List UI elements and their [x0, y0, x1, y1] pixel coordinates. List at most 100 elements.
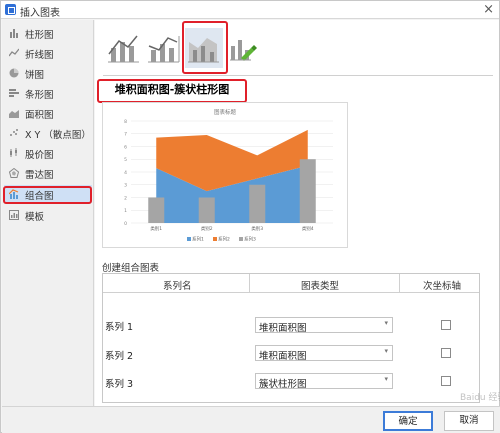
sidebar-item-label: 模板	[25, 212, 45, 223]
header-underline	[103, 292, 479, 293]
chart-legend: 系列1 系列2 系列3	[187, 236, 256, 243]
stock-chart-icon	[10, 148, 17, 157]
chevron-down-icon: ▾	[384, 375, 388, 383]
cancel-button[interactable]: 取消	[444, 411, 494, 431]
legend-swatch	[187, 237, 191, 241]
dialog-title: 插入图表	[20, 8, 60, 19]
row-series-2-secondary-checkbox[interactable]	[441, 348, 451, 358]
combo-series-grid: 系列名 图表类型 次坐标轴 系列 1 堆积面积图 ▾ 系列 2 堆积面积图 ▾ …	[102, 273, 480, 403]
y-axis-ticks: 0 1 2 3 4 5 6 7 8	[124, 119, 127, 227]
column-line-secondary-axis-icon	[148, 36, 180, 63]
header-secondary-axis: 次坐标轴	[423, 281, 462, 292]
row-series-1-name: 系列 1	[105, 322, 134, 333]
row-series-1-type-select[interactable]: 堆积面积图 ▾	[255, 317, 393, 334]
row-series-3-name: 系列 3	[105, 379, 134, 390]
preview-chart: 图表标题 0 1 2 3 4 5 6 7 8 类别1 类别2 类别3 类别4 系列1 系列2 系列3	[124, 108, 333, 243]
sidebar-item-label: 条形图	[25, 90, 54, 101]
select-value: 堆积面积图	[259, 323, 307, 334]
custom-combination-icon	[230, 40, 257, 61]
column-bar	[299, 159, 316, 223]
sidebar-item-area[interactable]: 面积图	[4, 104, 92, 122]
column-bar	[148, 197, 165, 223]
scatter-chart-icon	[10, 129, 18, 136]
row-series-3-secondary-checkbox[interactable]	[441, 376, 451, 386]
sidebar-item-label: X Y （散点图）	[25, 130, 91, 141]
y-tick-label: 5	[124, 157, 127, 163]
chart-type-sidebar: 柱形图 折线图 饼图 条形图 面积图 X Y （散点图） 股价图 雷达图 组合图…	[2, 20, 94, 406]
chart-title: 图表标题	[214, 108, 237, 116]
chevron-down-icon: ▾	[384, 347, 388, 355]
area-chart-icon	[9, 110, 19, 118]
sidebar-item-stock[interactable]: 股价图	[4, 144, 92, 162]
stacked-area-clustered-column-icon	[188, 38, 219, 63]
y-tick-label: 4	[124, 170, 127, 176]
x-tick-label: 类别2	[201, 225, 213, 232]
y-tick-label: 8	[124, 119, 127, 125]
y-tick-label: 0	[124, 221, 127, 227]
x-axis-ticks: 类别1 类别2 类别3 类别4	[150, 225, 313, 232]
bar-chart-icon	[9, 89, 19, 97]
legend-label: 系列1	[192, 236, 204, 243]
sidebar-item-label: 股价图	[25, 150, 54, 161]
sidebar-item-radar[interactable]: 雷达图	[4, 164, 92, 182]
close-icon[interactable]: ×	[483, 2, 494, 17]
radar-chart-icon	[9, 168, 19, 178]
sidebar-item-pie[interactable]: 饼图	[4, 64, 92, 82]
sidebar-item-template[interactable]: 模板	[4, 206, 92, 224]
column-bar	[198, 197, 215, 223]
x-tick-label: 类别1	[150, 225, 162, 232]
template-icon	[9, 210, 19, 220]
create-combo-label: 创建组合图表	[102, 263, 160, 274]
dialog-footer: 确定 取消	[2, 406, 500, 433]
legend-label: 系列3	[244, 236, 256, 243]
sidebar-item-combo[interactable]: 组合图	[4, 185, 92, 203]
chart-preview: 图表标题 0 1 2 3 4 5 6 7 8 类别1 类别2 类别3 类别4 系列1 系列2 系列3	[102, 102, 348, 248]
subtype-column-line-secondary[interactable]	[145, 28, 183, 68]
row-series-2-type-select[interactable]: 堆积面积图 ▾	[255, 345, 393, 362]
divider	[103, 75, 493, 76]
sidebar-item-label: 柱形图	[25, 30, 54, 41]
app-icon	[5, 4, 16, 15]
pie-chart-icon	[9, 68, 19, 78]
ok-button[interactable]: 确定	[383, 411, 433, 431]
line-chart-icon	[9, 48, 19, 57]
column-chart-icon	[10, 29, 18, 38]
subtype-clustered-column-line[interactable]	[105, 28, 143, 68]
sidebar-item-label: 面积图	[25, 110, 54, 121]
header-series-name: 系列名	[163, 281, 192, 292]
main-panel: 堆积面积图-簇状柱形图 图表标题 0 1 2 3 4 5 6 7 8 类别1 类别2 类别3 类别4 …	[95, 20, 500, 406]
header-divider	[249, 274, 250, 292]
x-tick-label: 类别3	[251, 225, 263, 232]
combo-chart-icon	[9, 189, 19, 199]
sidebar-item-label: 饼图	[25, 70, 45, 81]
legend-label: 系列2	[218, 236, 230, 243]
chevron-down-icon: ▾	[384, 319, 388, 327]
y-tick-label: 7	[124, 132, 127, 138]
y-tick-label: 1	[124, 208, 127, 214]
y-tick-label: 2	[124, 195, 127, 201]
header-chart-type: 图表类型	[301, 281, 340, 292]
sidebar-item-label: 雷达图	[25, 170, 54, 181]
clustered-column-line-icon	[108, 35, 139, 63]
sidebar-item-label: 组合图	[25, 191, 54, 202]
subtype-custom-combination[interactable]	[227, 28, 265, 68]
watermark: Baidu 经验	[460, 393, 500, 403]
select-value: 堆积面积图	[259, 351, 307, 362]
row-series-2-name: 系列 2	[105, 351, 134, 362]
legend-swatch	[213, 237, 217, 241]
select-value: 簇状柱形图	[259, 379, 307, 390]
row-series-3-type-select[interactable]: 簇状柱形图 ▾	[255, 373, 393, 390]
sidebar-item-scatter[interactable]: X Y （散点图）	[4, 124, 92, 142]
sidebar-item-column[interactable]: 柱形图	[4, 24, 92, 42]
row-series-1-secondary-checkbox[interactable]	[441, 320, 451, 330]
sidebar-item-line[interactable]: 折线图	[4, 44, 92, 62]
subtype-stacked-area-clustered-column[interactable]	[185, 28, 223, 68]
sidebar-item-bar[interactable]: 条形图	[4, 84, 92, 102]
chart-subtype-title: 堆积面积图-簇状柱形图	[99, 81, 245, 101]
y-tick-label: 3	[124, 183, 127, 189]
y-tick-label: 6	[124, 144, 127, 150]
area-series	[156, 129, 308, 223]
legend-swatch	[239, 237, 243, 241]
sidebar-item-label: 折线图	[25, 50, 54, 61]
column-bar	[249, 184, 266, 223]
